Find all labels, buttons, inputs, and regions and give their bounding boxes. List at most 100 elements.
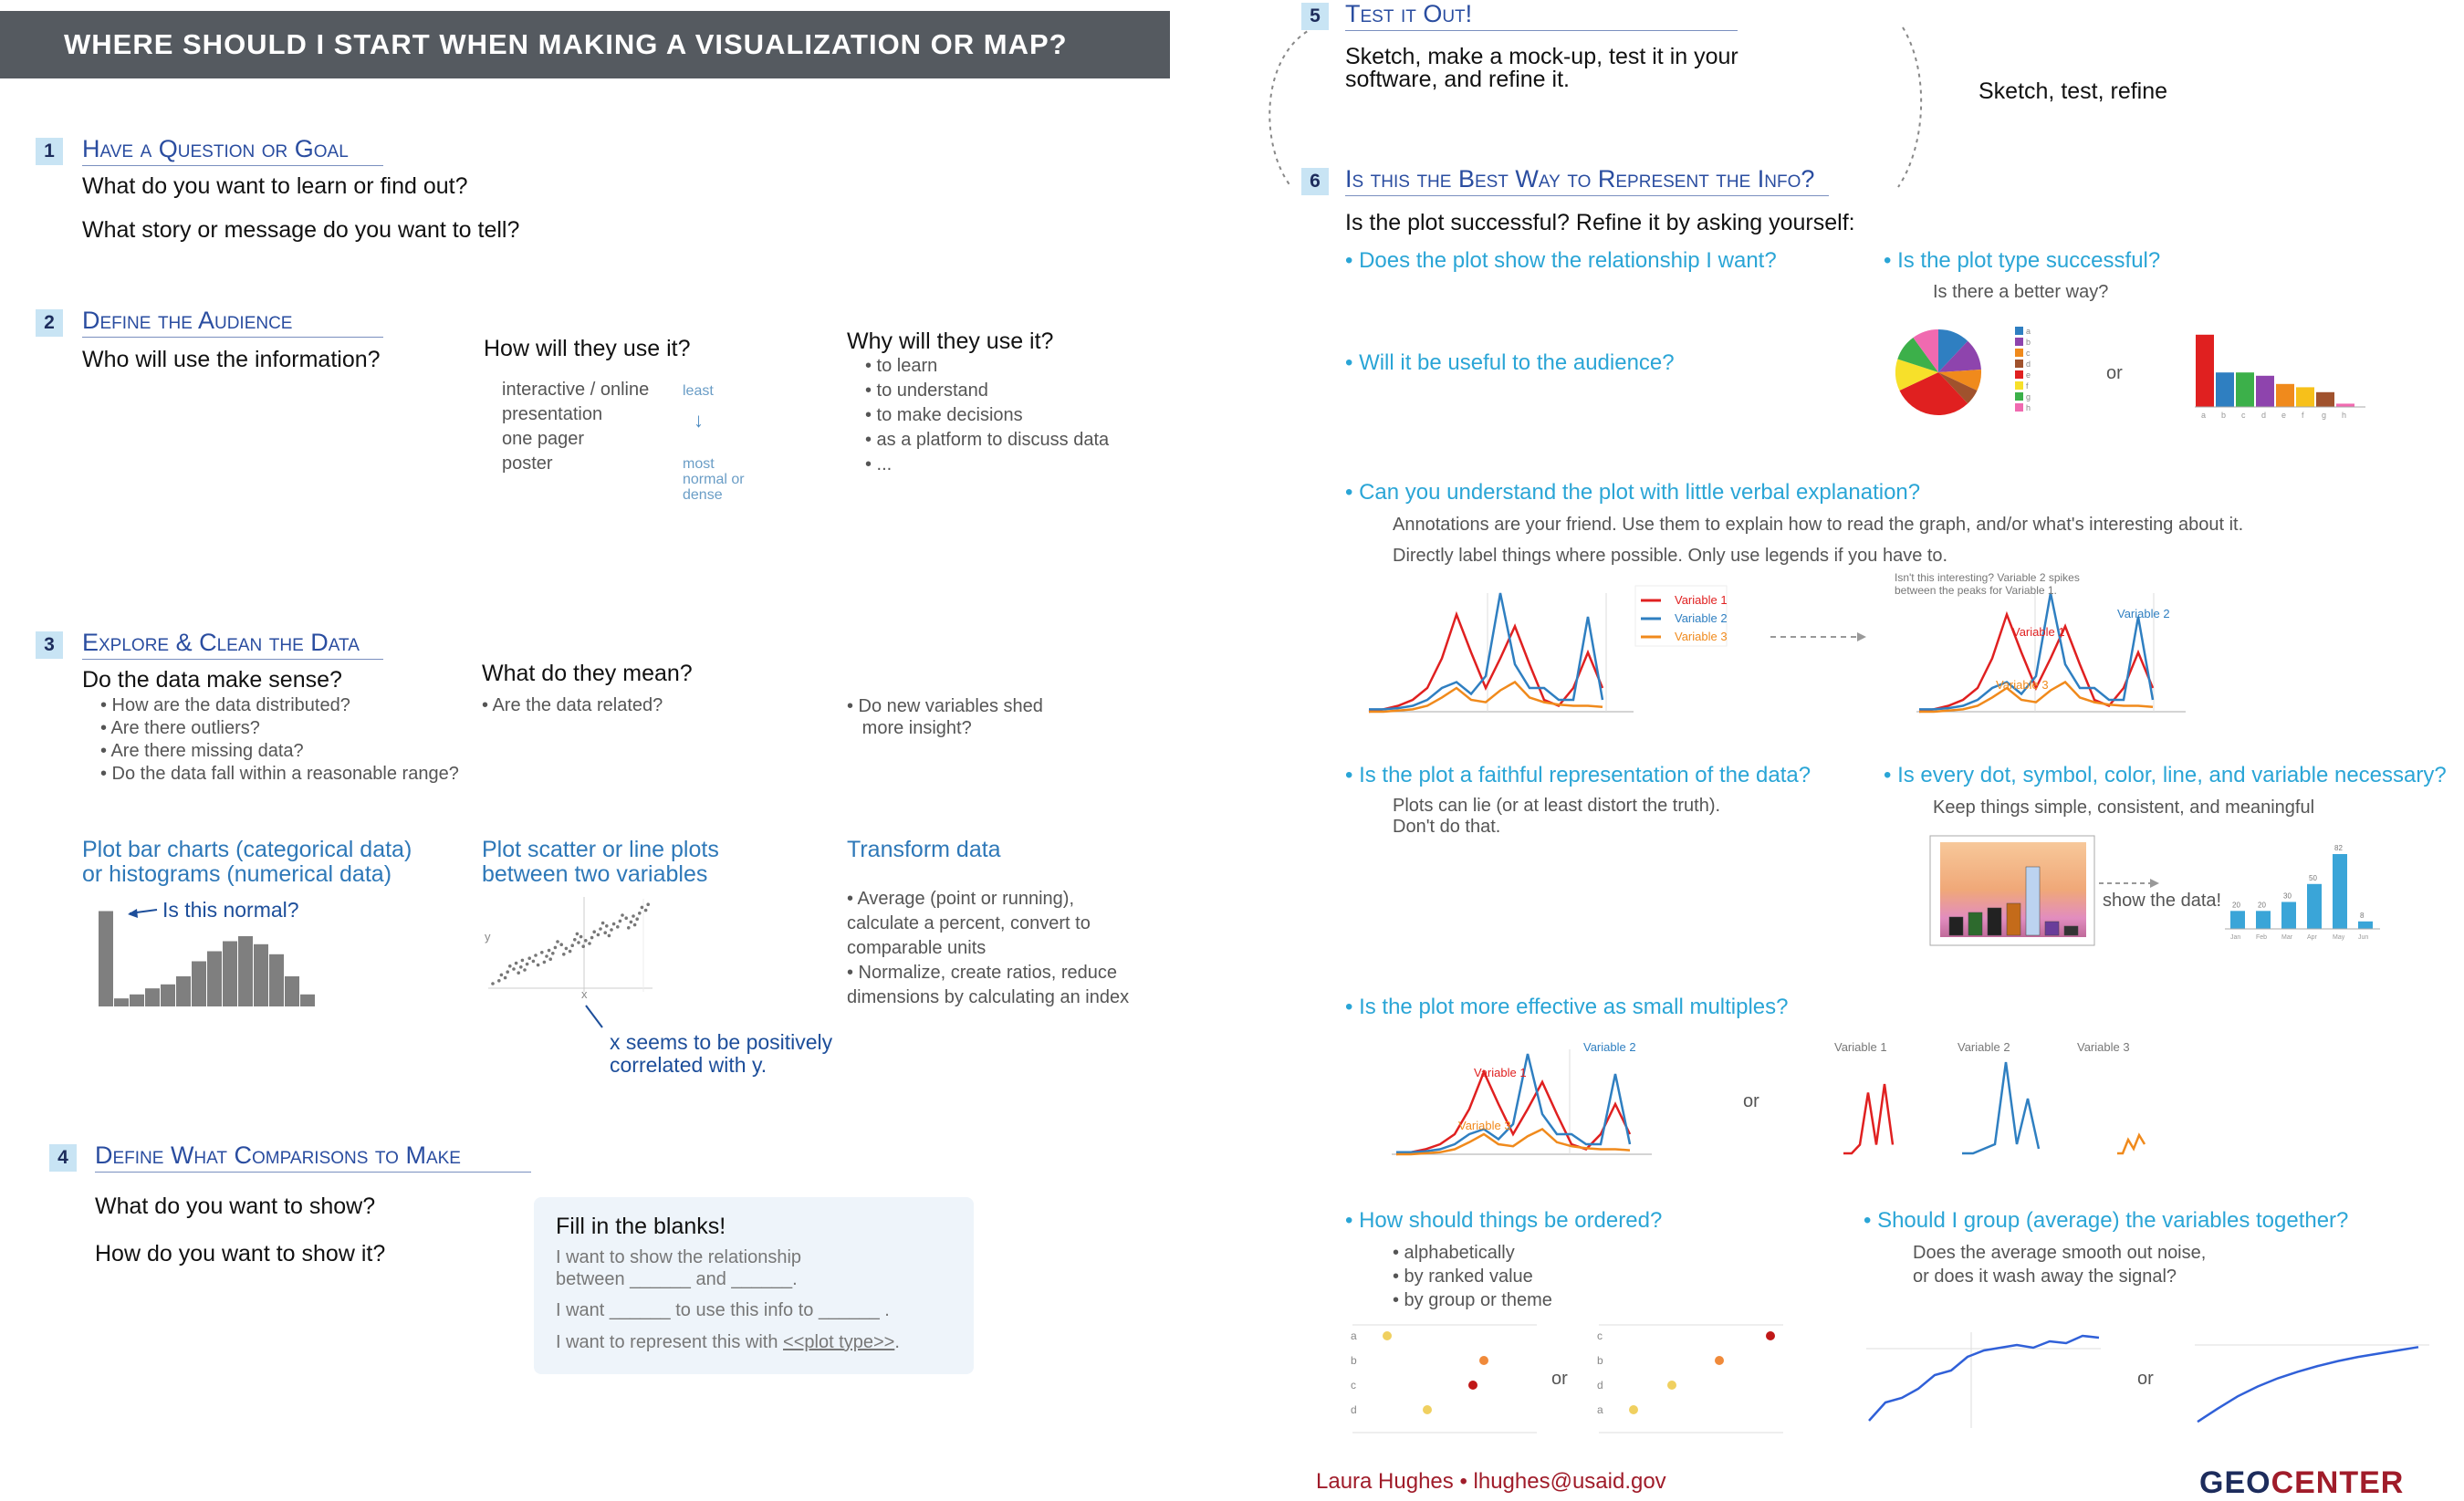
- scatter-x-axis-label: x: [581, 987, 588, 999]
- step-6-title: Is this the Best Way to Represent the In…: [1345, 165, 1829, 196]
- scale-least-label: least: [683, 383, 714, 399]
- sorted-bar-label: c: [2241, 411, 2246, 420]
- histogram-bar: [300, 994, 315, 1006]
- scatter-point: [548, 957, 552, 961]
- how-use-list: interactive / online presentation one pa…: [502, 378, 649, 476]
- why-use-item: • ...: [865, 454, 893, 474]
- clean-bar-label: Apr: [2307, 934, 2318, 941]
- clean-bar: [2230, 911, 2245, 929]
- scatter-point: [618, 919, 622, 923]
- sorted-bar: [2336, 403, 2354, 407]
- sorted-bar: [2236, 372, 2254, 407]
- sorted-bar-label: g: [2322, 411, 2326, 420]
- scatter-point: [588, 942, 591, 945]
- sorted-bar: [2296, 387, 2314, 407]
- scatter-point: [562, 953, 566, 956]
- check-item: • How are the data distributed?: [100, 695, 350, 715]
- plot-type-sub: Is there a better way?: [1933, 282, 2109, 302]
- pie-legend-swatch: [2015, 392, 2023, 401]
- scatter-point: [519, 965, 523, 969]
- pie-legend-label: h: [2026, 403, 2031, 412]
- pie-legend-label: a: [2026, 327, 2031, 336]
- sorted-bar-label: f: [2302, 411, 2304, 420]
- new-variables-note: • Do new variables shed more insight?: [847, 696, 1043, 738]
- histogram-bar: [161, 984, 175, 1006]
- combined-label-3: Variable 3: [1458, 1119, 1511, 1132]
- junk-bar: [1948, 916, 1964, 936]
- scatter-point: [581, 944, 585, 948]
- scatter-point: [577, 941, 580, 944]
- step-2-question: Who will use the information?: [82, 347, 381, 372]
- scatter-point: [508, 964, 512, 968]
- histogram-bar: [254, 943, 268, 1006]
- geocenter-logo: GEOCENTER: [2199, 1465, 2405, 1500]
- why-use-item: • as a platform to discuss data: [865, 430, 1110, 450]
- dot-plot-label: d: [1597, 1379, 1603, 1392]
- necessary-sub: Keep things simple, consistent, and mean…: [1933, 797, 2315, 818]
- or-label-multiples: or: [1743, 1091, 1759, 1111]
- sorted-bar-label: d: [2261, 411, 2266, 420]
- scatter-point: [616, 925, 620, 929]
- small-multiples: Variable 1 Variable 2 Variable 3: [1834, 1040, 2146, 1155]
- dot-plot-point: [1479, 1356, 1488, 1365]
- scatter-point: [635, 917, 639, 921]
- question-faithful: • Is the plot a faithful representation …: [1345, 763, 1811, 787]
- clean-bar-label: May: [2333, 934, 2345, 941]
- scatter-point: [523, 968, 527, 972]
- pie-legend-label: b: [2026, 338, 2031, 347]
- dot-plot-point: [1468, 1381, 1477, 1390]
- histogram-bar: [285, 976, 299, 1006]
- junk-bar: [2025, 866, 2041, 936]
- fill-blanks-line-1: I want to show the relationship between …: [556, 1247, 802, 1289]
- scatter-point: [603, 931, 607, 934]
- clean-bar-value: 20: [2258, 901, 2266, 909]
- check-item: • Are there outliers?: [100, 718, 260, 738]
- question-necessary: • Is every dot, symbol, color, line, and…: [1884, 763, 2447, 787]
- dot-plot-label: b: [1597, 1354, 1603, 1367]
- question-multiples: • Is the plot more effective as small mu…: [1345, 995, 1789, 1019]
- step-3-question: Do the data make sense?: [82, 667, 342, 693]
- clean-bar-label: Jun: [2358, 934, 2368, 941]
- scatter-point: [646, 902, 650, 906]
- step-1-title: Have a Question or Goal: [82, 135, 383, 166]
- step-3-checklist: • How are the data distributed? • Are th…: [100, 694, 459, 786]
- bar-chart-tip: Plot bar charts (categorical data) or hi…: [82, 837, 412, 887]
- histogram-bar: [130, 994, 144, 1006]
- scatter-point: [531, 959, 536, 964]
- clean-bar: [2256, 911, 2271, 929]
- pie-legend-label: e: [2026, 370, 2031, 380]
- arrow-down-icon: ↓: [694, 409, 704, 432]
- junk-bar: [1987, 907, 2002, 936]
- page-title: Where should I start when making a visua…: [0, 11, 1170, 78]
- pie-legend-swatch: [2015, 349, 2023, 357]
- sorted-bar: [2216, 372, 2234, 407]
- scatter-point: [629, 920, 633, 924]
- fill-blanks-title: Fill in the blanks!: [556, 1214, 726, 1239]
- step-5-text: Sketch, make a mock-up, test it in your …: [1345, 44, 1738, 92]
- legend-variable-1: Variable 1: [1675, 593, 1728, 607]
- sorted-bar: [2256, 375, 2274, 407]
- pie-legend-label: c: [2026, 349, 2031, 358]
- clean-bar-value: 50: [2309, 874, 2317, 882]
- histogram-bar: [192, 961, 206, 1006]
- scatter-plot-tip: Plot scatter or line plots between two v…: [482, 837, 719, 887]
- why-use-item: • to understand: [865, 380, 988, 401]
- scatter-point: [579, 934, 583, 939]
- question-understand: • Can you understand the plot with littl…: [1345, 480, 1921, 505]
- step-4-question-2: How do you want to show it?: [95, 1241, 386, 1266]
- multiple-label-2: Variable 2: [1958, 1040, 2010, 1054]
- dot-plot-ranked: cbda: [1597, 1324, 1783, 1433]
- how-use-title: How will they use it?: [484, 336, 691, 361]
- scatter-note: x seems to be positively correlated with…: [610, 1030, 833, 1077]
- scatter-point: [632, 914, 635, 918]
- pie-legend-label: f: [2026, 381, 2029, 391]
- sorted-bar: [2276, 383, 2294, 407]
- histogram-bar: [145, 988, 160, 1006]
- scatter-point: [506, 970, 509, 974]
- show-data-label: show the data!: [2103, 891, 2222, 911]
- step-6-intro: Is the plot successful? Refine it by ask…: [1345, 210, 1855, 235]
- step-1-question-2: What story or message do you want to tel…: [82, 217, 520, 243]
- multiple-label-3: Variable 3: [2077, 1040, 2130, 1054]
- scatter-point: [611, 922, 616, 926]
- order-list: • alphabetically • by ranked value • by …: [1393, 1241, 1552, 1312]
